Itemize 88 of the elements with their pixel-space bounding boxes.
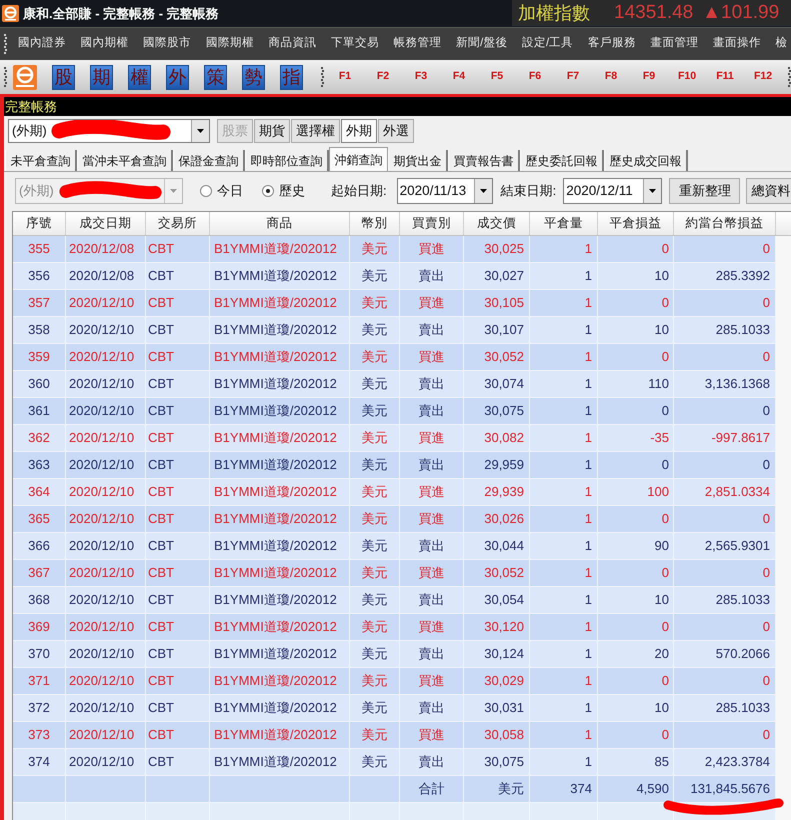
column-header[interactable]: 商品 [210, 212, 350, 235]
function-key[interactable]: F5 [490, 69, 504, 85]
caret-icon [649, 189, 656, 193]
caret-icon [480, 189, 487, 193]
menu-item[interactable]: 下單交易 [330, 35, 379, 53]
market-button[interactable]: 期貨 [254, 119, 290, 143]
menu-item[interactable]: 畫面管理 [650, 35, 698, 53]
query-tab[interactable]: 歷史成交回報 [604, 150, 688, 171]
grip-icon [321, 67, 324, 87]
market-button[interactable]: 外期 [341, 119, 377, 143]
menu-item[interactable]: 設定/工具 [522, 35, 574, 53]
query-tab[interactable]: 歷史委託回報 [520, 150, 604, 171]
dropdown-button[interactable] [474, 179, 492, 203]
dropdown-button[interactable] [643, 179, 662, 203]
market-button[interactable]: 外選 [378, 119, 414, 143]
function-key[interactable]: F9 [642, 69, 656, 85]
function-key[interactable]: F7 [566, 69, 580, 85]
panel-title: 完整帳務 [5, 98, 57, 116]
logo-icon [2, 5, 19, 22]
table-row[interactable]: 366 2020/12/10 CBT B1YMMI道瓊/202012 美元 賣出 30,044 1 90 2,565.9301 [13, 533, 776, 560]
grip-icon [4, 34, 7, 54]
menu-item[interactable]: 畫面操作 [712, 35, 761, 53]
table-row[interactable]: 364 2020/12/10 CBT B1YMMI道瓊/202012 美元 買進 29,939 1 100 2,851.0334 [13, 479, 776, 506]
grip-icon [788, 67, 791, 87]
menu-item[interactable]: 國際股市 [143, 35, 192, 53]
function-key[interactable]: F8 [604, 69, 618, 85]
query-tab[interactable]: 未平倉查詢 [5, 150, 77, 171]
function-key[interactable]: F12 [754, 69, 772, 85]
menu-item[interactable]: 國際期權 [206, 35, 254, 53]
column-header[interactable]: 買賣別 [400, 212, 464, 235]
function-key[interactable]: F4 [452, 69, 466, 85]
index-change: ▲101.99 [702, 0, 780, 25]
query-tab[interactable]: 買賣報告書 [448, 150, 520, 171]
query-tab[interactable]: 沖銷查詢 [329, 147, 388, 171]
column-header[interactable]: 約當台幣損益 [674, 212, 776, 235]
market-button[interactable]: 選擇權 [291, 119, 340, 143]
menu-item[interactable]: 國內證券 [18, 35, 66, 53]
menu-item[interactable]: 客戶服務 [588, 35, 636, 53]
field-label: 結束日期: [500, 182, 556, 200]
column-header[interactable]: 交易所 [146, 212, 210, 235]
logo-icon[interactable] [13, 64, 37, 90]
grip-icon [4, 67, 7, 87]
table-row[interactable]: 372 2020/12/10 CBT B1YMMI道瓊/202012 美元 賣出 30,031 1 10 285.1033 [13, 695, 776, 722]
function-key[interactable]: F3 [414, 69, 428, 85]
menu-item[interactable]: 商品資訊 [268, 35, 316, 53]
function-key[interactable]: F6 [528, 69, 542, 85]
table-row[interactable]: 368 2020/12/10 CBT B1YMMI道瓊/202012 美元 賣出 30,054 1 10 285.1033 [13, 587, 776, 614]
column-header[interactable]: 序號 [13, 212, 66, 235]
column-header[interactable]: 平倉損益 [598, 212, 674, 235]
table-row[interactable]: 356 2020/12/08 CBT B1YMMI道瓊/202012 美元 賣出 30,027 1 10 285.3392 [13, 263, 776, 290]
function-key[interactable]: F10 [678, 69, 696, 85]
dropdown-button[interactable] [191, 120, 209, 142]
query-tab[interactable]: 期貨出金 [388, 150, 448, 171]
date-field[interactable]: 2020/11/13 [396, 178, 493, 204]
table-row[interactable]: 370 2020/12/10 CBT B1YMMI道瓊/202012 美元 賣出 30,124 1 20 570.2066 [13, 641, 776, 668]
query-tab[interactable]: 保證金查詢 [173, 150, 245, 171]
table-row[interactable]: 374 2020/12/10 CBT B1YMMI道瓊/202012 美元 賣出 30,075 1 85 2,423.3784 [13, 749, 776, 776]
column-header[interactable]: 成交價 [464, 212, 530, 235]
menu-item[interactable]: 國內期權 [80, 35, 129, 53]
table-row[interactable]: 363 2020/12/10 CBT B1YMMI道瓊/202012 美元 賣出 29,959 1 0 0 [13, 452, 776, 479]
action-button[interactable]: 總資料 [746, 178, 791, 204]
account-dropdown[interactable]: (外期) [8, 119, 210, 143]
action-button[interactable]: 重新整理 [669, 178, 740, 204]
field-label: 起始日期: [331, 182, 387, 200]
caret-icon [170, 189, 177, 193]
menu-item[interactable]: 帳務管理 [394, 35, 442, 53]
column-header[interactable]: 成交日期 [66, 212, 146, 235]
index-name: 加權指數 [518, 2, 590, 24]
radio-icon[interactable] [262, 185, 274, 197]
table-row[interactable]: 358 2020/12/10 CBT B1YMMI道瓊/202012 美元 賣出 30,107 1 10 285.1033 [13, 317, 776, 344]
table-row[interactable]: 362 2020/12/10 CBT B1YMMI道瓊/202012 美元 買進 30,082 1 -35 -997.8617 [13, 425, 776, 452]
menu-item[interactable]: 新聞/盤後 [456, 35, 508, 53]
radio-option[interactable]: 歷史 [262, 178, 305, 204]
column-header[interactable]: 幣別 [350, 212, 400, 235]
table-row[interactable]: 361 2020/12/10 CBT B1YMMI道瓊/202012 美元 賣出 30,075 1 0 0 [13, 398, 776, 425]
radio-icon[interactable] [200, 185, 212, 197]
query-tab[interactable]: 當沖未平倉查詢 [77, 150, 173, 171]
function-key[interactable]: F1 [338, 69, 352, 85]
menu-item[interactable]: 檢 [776, 35, 788, 53]
table-row[interactable]: 360 2020/12/10 CBT B1YMMI道瓊/202012 美元 賣出 30,074 1 110 3,136.1368 [13, 371, 776, 398]
caret-icon [197, 129, 204, 133]
index-value: 14351.48 [614, 0, 694, 25]
radio-option[interactable]: 今日 [200, 178, 243, 204]
column-header[interactable]: 平倉量 [530, 212, 598, 235]
function-key[interactable]: F11 [716, 69, 734, 85]
window-title: 康和.全部賺 - 完整帳務 - 完整帳務 [23, 4, 219, 23]
function-key[interactable]: F2 [376, 69, 390, 85]
date-field[interactable]: 2020/12/11 [563, 178, 662, 204]
